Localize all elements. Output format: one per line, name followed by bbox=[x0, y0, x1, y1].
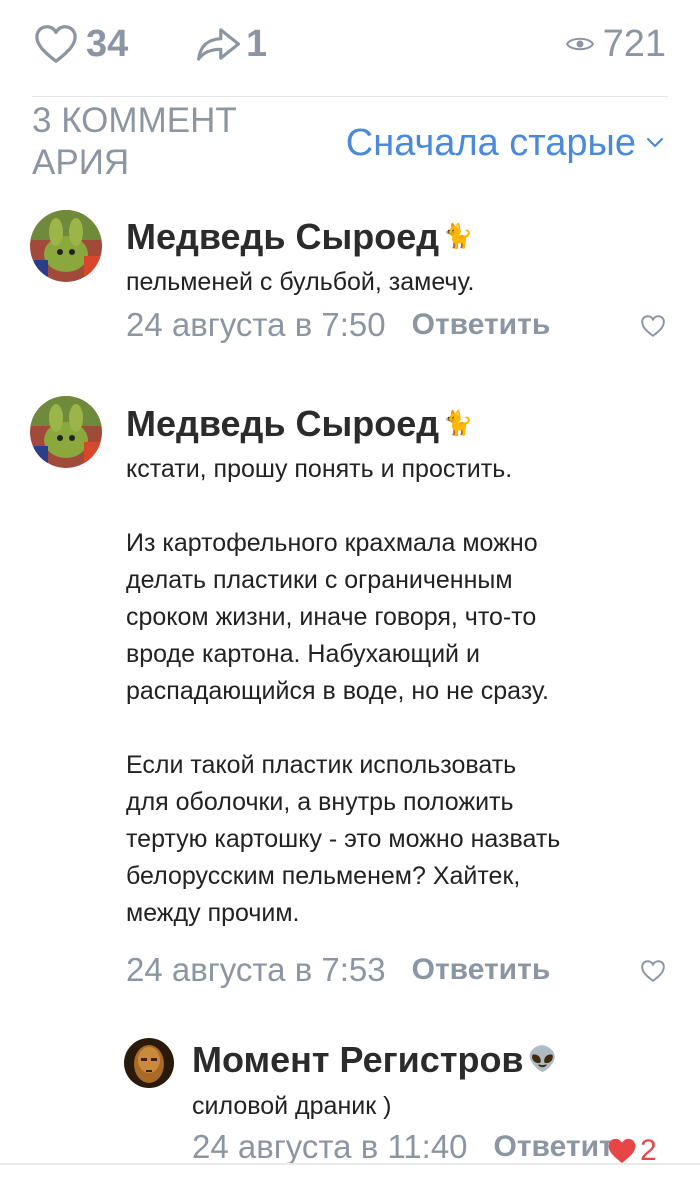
comment-meta: 24 августа в 7:50 Ответить bbox=[126, 306, 550, 344]
comment-author-name: Момент Регистров bbox=[192, 1039, 524, 1080]
comment-date[interactable]: 24 августа в 7:53 bbox=[126, 951, 386, 989]
avatar[interactable] bbox=[124, 1038, 174, 1088]
comment-author[interactable]: Момент Регистров 👽 bbox=[192, 1039, 557, 1081]
avatar-image bbox=[124, 1038, 174, 1088]
cat-badge-icon: 🐈 bbox=[443, 223, 474, 250]
cat-badge-icon: 🐈 bbox=[443, 410, 474, 437]
avatar[interactable] bbox=[30, 210, 102, 282]
comment-like-button[interactable] bbox=[640, 314, 666, 343]
heart-icon bbox=[641, 315, 665, 337]
heart-icon bbox=[641, 960, 665, 982]
comment-meta: 24 августа в 11:40 Ответить bbox=[192, 1128, 632, 1166]
views-counter: 721 bbox=[565, 22, 666, 66]
share-counter[interactable]: 1 bbox=[196, 22, 267, 66]
eye-icon bbox=[565, 37, 594, 51]
comment-text: пельменей с бульбой, замечу. bbox=[126, 268, 475, 296]
comment-date[interactable]: 24 августа в 7:50 bbox=[126, 306, 386, 344]
comments-count-line2: АРИЯ bbox=[32, 143, 130, 182]
heart-filled-icon bbox=[608, 1138, 636, 1164]
comment-author[interactable]: Медведь Сыроед 🐈 bbox=[126, 216, 473, 258]
comment-author-name: Медведь Сыроед bbox=[126, 403, 440, 444]
share-arrow-icon bbox=[197, 28, 241, 61]
comment-text: силовой драник ) bbox=[192, 1092, 392, 1120]
comment-author-name: Медведь Сыроед bbox=[126, 216, 440, 257]
avatar[interactable] bbox=[30, 396, 102, 468]
reply-button[interactable]: Ответить bbox=[412, 308, 551, 342]
comment-meta: 24 августа в 7:53 Ответить bbox=[126, 951, 550, 989]
likes-counter[interactable]: 34 bbox=[34, 22, 128, 66]
comment-like-button[interactable] bbox=[640, 959, 666, 988]
chevron-down-icon bbox=[646, 137, 664, 148]
comment-text: кстати, прошу понять и простить. Из карт… bbox=[126, 455, 561, 927]
comments-count-title: 3 КОММЕНТ АРИЯ bbox=[32, 100, 272, 184]
bottom-edge-divider bbox=[0, 1163, 700, 1165]
alien-badge-icon: 👽 bbox=[527, 1046, 558, 1073]
sort-order-dropdown[interactable]: Сначала старые bbox=[346, 120, 664, 166]
comments-count-line1: 3 КОММЕНТ bbox=[32, 101, 237, 140]
reply-button[interactable]: Ответить bbox=[412, 953, 551, 987]
views-count: 721 bbox=[602, 23, 666, 65]
comment-author[interactable]: Медведь Сыроед 🐈 bbox=[126, 403, 473, 445]
stats-divider bbox=[32, 96, 668, 97]
likes-count: 34 bbox=[86, 23, 129, 65]
avatar-image bbox=[30, 396, 102, 468]
shares-count: 1 bbox=[246, 23, 268, 65]
comment-date[interactable]: 24 августа в 11:40 bbox=[192, 1128, 468, 1166]
heart-icon bbox=[35, 25, 77, 63]
avatar-image bbox=[30, 210, 102, 282]
sort-order-label: Сначала старые bbox=[345, 122, 636, 164]
